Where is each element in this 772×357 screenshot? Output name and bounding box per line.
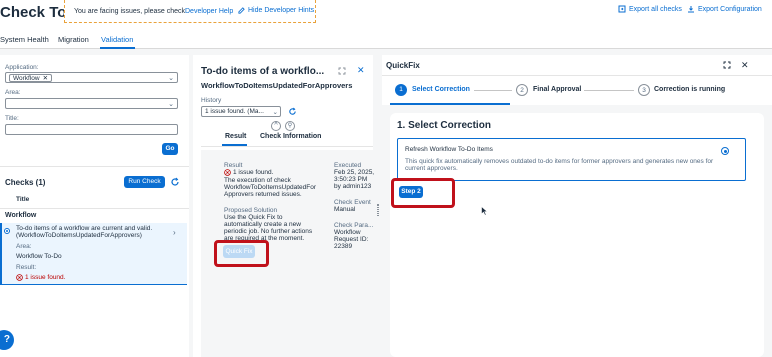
step-connector bbox=[474, 90, 512, 91]
chevron-down-icon: ⌄ bbox=[272, 109, 278, 116]
application-token[interactable]: Workflow ✕ bbox=[9, 74, 53, 82]
check-params-value: 22389 bbox=[334, 243, 353, 250]
history-label: History bbox=[201, 97, 222, 104]
export-all-label: Export all checks bbox=[629, 5, 682, 13]
title-input[interactable] bbox=[5, 124, 178, 135]
expand-icon[interactable] bbox=[338, 67, 346, 75]
hint-text: You are facing issues, please check bbox=[74, 8, 186, 15]
step-3-label[interactable]: Correction is running bbox=[654, 86, 725, 93]
step-3-number[interactable]: 3 bbox=[638, 84, 650, 96]
run-check-button[interactable]: Run Check bbox=[124, 176, 165, 188]
column-header-title: Title bbox=[16, 196, 30, 203]
error-icon bbox=[224, 169, 231, 176]
export-configuration-button[interactable]: Export Configuration bbox=[687, 5, 762, 13]
tab-result[interactable]: Result bbox=[225, 133, 246, 140]
step-connector bbox=[584, 90, 634, 91]
fullscreen-icon[interactable] bbox=[723, 61, 731, 69]
check-item-result: 1 issue found. bbox=[16, 274, 65, 281]
area-select[interactable]: ⌄ bbox=[5, 98, 178, 109]
proposed-solution-label: Proposed Solution bbox=[224, 207, 278, 214]
check-item-area-value: Workflow To-Do bbox=[16, 253, 62, 260]
token-remove-icon[interactable]: ✕ bbox=[43, 75, 48, 82]
proposed-text-line: automatically create a new bbox=[224, 221, 301, 228]
export-all-checks-button[interactable]: Export all checks bbox=[618, 5, 682, 13]
step-1-label[interactable]: Select Correction bbox=[412, 86, 470, 93]
executed-label: Executed bbox=[334, 162, 362, 169]
option-radio[interactable] bbox=[721, 147, 729, 155]
chevron-down-icon: ⌄ bbox=[168, 101, 174, 108]
step-2-label[interactable]: Final Approval bbox=[533, 86, 581, 93]
checks-count-title: Checks (1) bbox=[5, 178, 46, 187]
check-item-result-label: Result: bbox=[16, 264, 37, 271]
history-value: 1 issue found. (Ma... bbox=[205, 108, 264, 115]
step-1-number[interactable]: 1 bbox=[395, 84, 407, 96]
check-params-value: Request ID: bbox=[334, 236, 369, 243]
step-2-number[interactable]: 2 bbox=[516, 84, 528, 96]
result-text-line: WorkflowToDoItemsUpdatedFor bbox=[224, 184, 316, 191]
edit-icon bbox=[238, 7, 245, 14]
collapse-header-button[interactable]: ^ bbox=[271, 121, 281, 131]
chevron-down-icon: ⌄ bbox=[168, 75, 174, 82]
option-title: Refresh Workflow To-Do Items bbox=[405, 146, 493, 153]
hide-hints-label: Hide Developer Hints bbox=[248, 7, 315, 14]
application-label: Application: bbox=[5, 64, 39, 71]
application-multiselect[interactable]: Workflow ✕ ⌄ bbox=[5, 72, 178, 83]
result-text-line: The execution of check bbox=[224, 177, 291, 184]
group-label: Workflow bbox=[5, 212, 37, 219]
selected-radio[interactable] bbox=[4, 228, 10, 234]
hide-hints-link[interactable]: Hide Developer Hints bbox=[238, 7, 314, 14]
active-tab-indicator bbox=[100, 47, 135, 49]
proposed-text-line: Use the Quick Fix to bbox=[224, 214, 283, 221]
detail-subtitle: WorkflowToDoItemsUpdatedForApprovers bbox=[201, 81, 353, 90]
executed-value: Feb 25, 2025, bbox=[334, 169, 375, 176]
check-item-title: To-do items of a workflow are current an… bbox=[16, 225, 153, 232]
executed-value: 3:50:23 PM bbox=[334, 176, 368, 183]
quickfix-title: QuickFix bbox=[386, 61, 420, 70]
history-select[interactable]: 1 issue found. (Ma... ⌄ bbox=[201, 106, 281, 117]
option-description: This quick fix automatically removes out… bbox=[405, 158, 714, 172]
divider bbox=[382, 75, 772, 76]
result-issue-text: 1 issue found. bbox=[233, 169, 274, 176]
result-text-line: Approvers returned issues. bbox=[224, 191, 302, 198]
tab-system-health[interactable]: System Health bbox=[0, 35, 49, 44]
export-config-label: Export Configuration bbox=[698, 5, 762, 13]
title-label: Title: bbox=[5, 115, 19, 122]
tab-validation[interactable]: Validation bbox=[101, 35, 133, 44]
result-label: Result bbox=[224, 162, 243, 169]
token-label: Workflow bbox=[13, 75, 40, 82]
check-event-label: Check Event bbox=[334, 199, 371, 206]
close-icon[interactable]: ✕ bbox=[741, 60, 749, 71]
check-params-label: Check Para... bbox=[334, 222, 374, 229]
executed-value: by admin123 bbox=[334, 183, 372, 190]
export-icon bbox=[618, 5, 626, 13]
area-label: Area: bbox=[5, 89, 21, 96]
tab-migration[interactable]: Migration bbox=[58, 35, 89, 44]
step-section-title: 1. Select Correction bbox=[397, 120, 491, 131]
result-issue: 1 issue found. bbox=[224, 169, 273, 176]
tab-divider bbox=[201, 146, 373, 147]
highlight-box bbox=[214, 240, 269, 267]
refresh-icon[interactable] bbox=[170, 177, 180, 187]
chevron-right-icon: › bbox=[173, 228, 176, 237]
pin-icon[interactable]: ⚲ bbox=[285, 121, 295, 131]
result-value: 1 issue found. bbox=[25, 274, 66, 281]
refresh-icon[interactable] bbox=[288, 107, 297, 116]
detail-title: To-do items of a workflo... bbox=[201, 66, 325, 77]
check-event-value: Manual bbox=[334, 206, 356, 213]
proposed-text-line: periodic job. No further actions bbox=[224, 228, 313, 235]
panel-splitter[interactable] bbox=[377, 204, 379, 216]
go-button[interactable]: Go bbox=[162, 143, 178, 155]
error-icon bbox=[16, 274, 23, 281]
download-icon bbox=[687, 5, 695, 13]
mouse-cursor-icon bbox=[481, 206, 488, 216]
check-params-value: Workflow bbox=[334, 229, 361, 236]
check-item-area-label: Area: bbox=[16, 243, 32, 250]
close-icon[interactable]: ✕ bbox=[357, 65, 365, 76]
highlight-box bbox=[391, 178, 455, 208]
developer-help-link[interactable]: Developer Help bbox=[185, 8, 233, 15]
check-item-id: (WorkflowToDoItemsUpdatedForApprovers) bbox=[16, 232, 142, 239]
tab-check-information[interactable]: Check Information bbox=[260, 133, 321, 140]
